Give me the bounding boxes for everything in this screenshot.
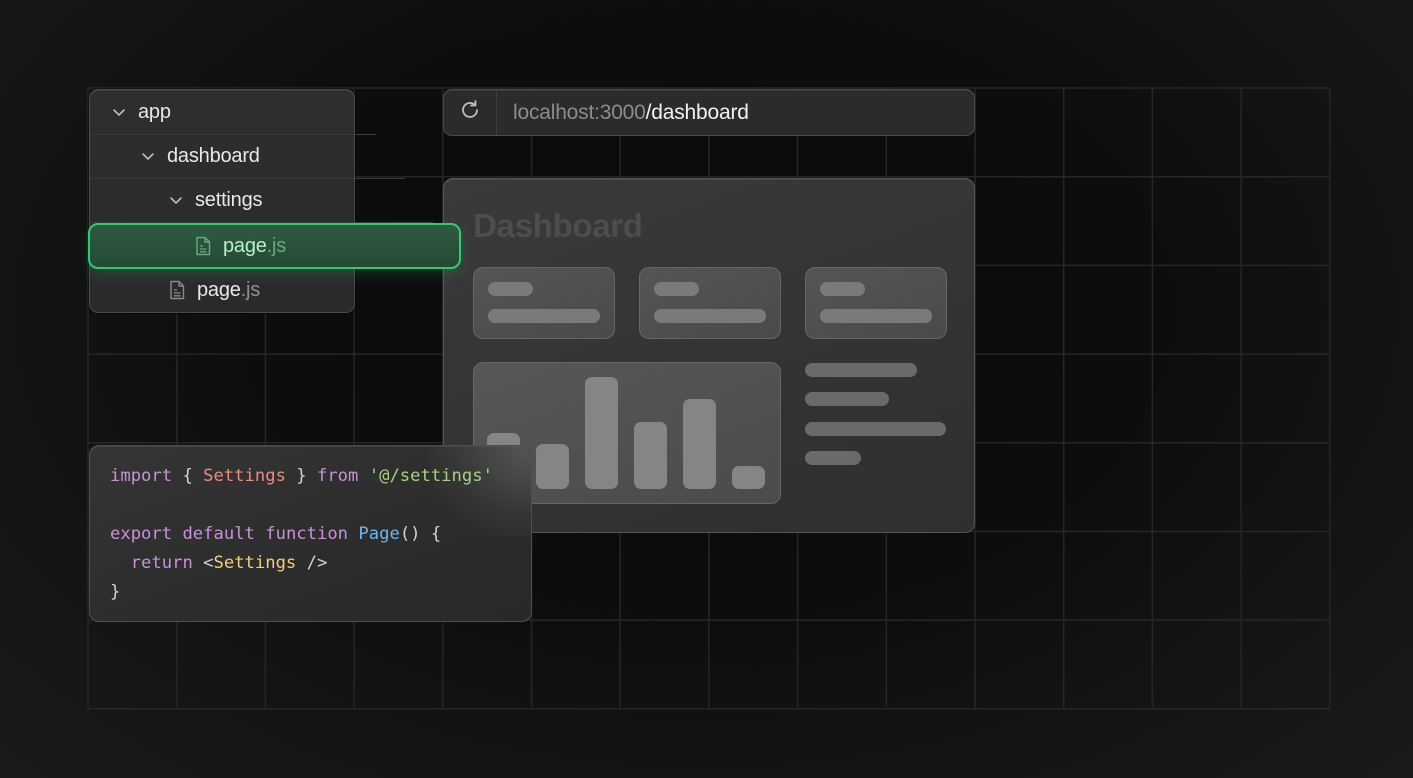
code-token: '@/settings'	[368, 466, 493, 486]
placeholder-line	[805, 422, 946, 436]
code-line: import { Settings } from '@/settings'	[110, 466, 493, 486]
code-token: }	[285, 466, 317, 486]
stat-card	[805, 267, 947, 339]
placeholder-line	[805, 392, 889, 406]
code-token: () {	[399, 524, 442, 544]
chevron-down-icon	[112, 105, 126, 119]
code-line: export default function Page() {	[110, 524, 441, 544]
chart-bar	[683, 399, 716, 489]
code-token: Page	[358, 524, 400, 544]
code-token: import	[110, 466, 173, 486]
code-token: function	[265, 524, 349, 544]
chevron-down-icon	[141, 149, 155, 163]
tree-item-label: dashboard	[167, 144, 260, 167]
code-token: Settings	[213, 553, 297, 573]
tree-item-label: settings	[195, 188, 263, 211]
tree-item-label: page.js	[197, 278, 261, 301]
file-icon	[195, 236, 211, 256]
glass-highlight	[431, 446, 531, 536]
tree-folder-app[interactable]: app	[90, 90, 376, 135]
placeholder-line	[488, 282, 533, 296]
tree-item-label: page.js	[223, 234, 287, 257]
placeholder-line	[654, 309, 766, 323]
code-line: return <Settings />	[110, 553, 328, 573]
code-token: export	[110, 524, 173, 544]
stat-card	[639, 267, 781, 339]
code-token: <	[192, 553, 214, 573]
code-token: }	[110, 582, 121, 602]
placeholder-line	[820, 282, 865, 296]
code-snippet: import { Settings } from '@/settings' exp…	[89, 445, 532, 622]
placeholder-line	[820, 309, 932, 323]
tree-item-label: app	[138, 100, 171, 123]
code-line: }	[110, 582, 120, 602]
tree-file-dashboard-page[interactable]: page.js	[90, 268, 433, 312]
reload-icon	[459, 99, 481, 126]
code-token: {	[172, 466, 204, 486]
stat-card	[473, 267, 615, 339]
chart-bar	[732, 466, 765, 489]
chart-bar	[634, 422, 667, 489]
placeholder-line	[805, 451, 861, 465]
chart-bar	[536, 444, 569, 489]
file-tree: app dashboard settings page.js page.js	[88, 89, 461, 313]
tree-folder-dashboard[interactable]: dashboard	[90, 134, 405, 179]
file-icon	[169, 280, 185, 300]
tree-file-settings-page-selected[interactable]: page.js	[88, 223, 461, 269]
placeholder-line	[654, 282, 699, 296]
dashboard-title: Dashboard	[473, 207, 643, 244]
code-token: return	[130, 553, 193, 573]
reload-button[interactable]	[444, 90, 497, 135]
code-token: default	[182, 524, 255, 544]
tree-folder-settings[interactable]: settings	[90, 178, 433, 223]
placeholder-line	[488, 309, 600, 323]
browser-address-bar: localhost:3000/dashboard	[443, 89, 975, 136]
code-token: from	[316, 466, 359, 486]
chart-bar	[585, 377, 618, 489]
code-token: />	[296, 553, 328, 573]
url-input[interactable]: localhost:3000/dashboard	[497, 101, 749, 125]
chevron-down-icon	[169, 193, 183, 207]
code-token: Settings	[203, 466, 286, 486]
placeholder-line	[805, 363, 917, 377]
